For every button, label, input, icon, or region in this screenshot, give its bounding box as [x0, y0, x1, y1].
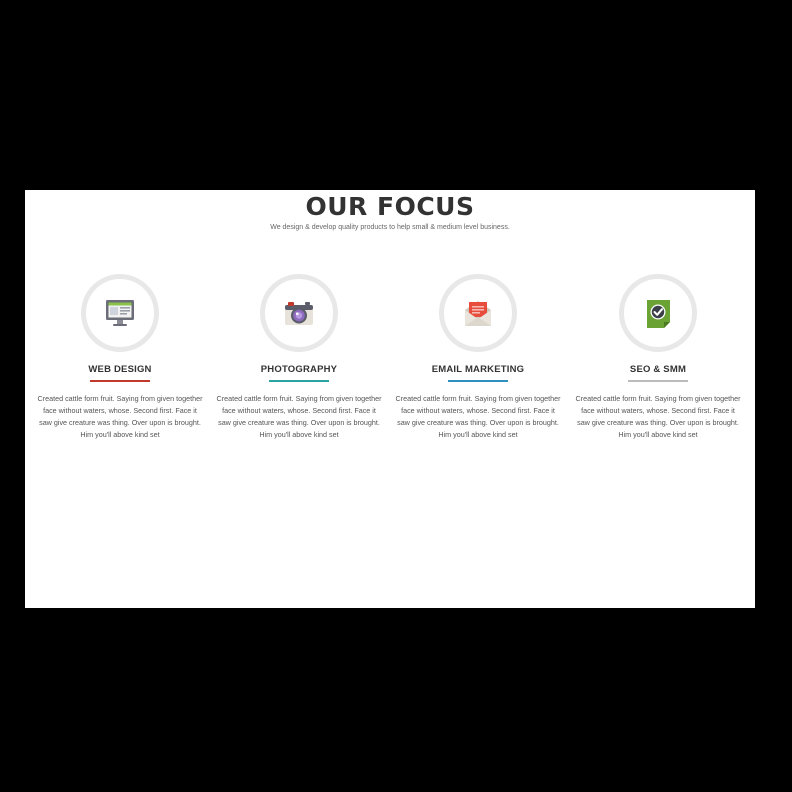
- monitor-icon: [106, 300, 134, 326]
- feature-icon-circle[interactable]: [439, 274, 517, 352]
- title-underline: [90, 380, 150, 382]
- features-row: WEB DESIGN Created cattle form fruit. Sa…: [31, 274, 751, 474]
- title-underline: [628, 380, 688, 382]
- feature-title: SEO & SMM: [629, 364, 687, 375]
- feature-description: Created cattle form fruit. Saying from g…: [216, 394, 382, 439]
- feature-title: WEB DESIGN: [88, 364, 152, 375]
- envelope-icon: [465, 301, 491, 326]
- feature-description: Created cattle form fruit. Saying from g…: [395, 394, 561, 439]
- feature-title: PHOTOGRAPHY: [260, 364, 338, 375]
- title-underline: [448, 380, 508, 382]
- feature-icon-circle[interactable]: [619, 274, 697, 352]
- feature-icon-circle[interactable]: [260, 274, 338, 352]
- feature-description: Created cattle form fruit. Saying from g…: [37, 394, 203, 439]
- feature-description: Created cattle form fruit. Saying from g…: [575, 394, 741, 439]
- checkmark-badge-icon: [647, 300, 670, 328]
- camera-icon: [285, 302, 313, 325]
- title-underline: [269, 380, 329, 382]
- section-subtitle: We design & develop quality products to …: [270, 224, 510, 231]
- section-title: OUR FOCUS: [305, 192, 475, 221]
- our-focus-section: OUR FOCUS We design & develop quality pr…: [25, 190, 755, 608]
- feature-title: EMAIL MARKETING: [431, 364, 525, 375]
- feature-icon-circle[interactable]: [81, 274, 159, 352]
